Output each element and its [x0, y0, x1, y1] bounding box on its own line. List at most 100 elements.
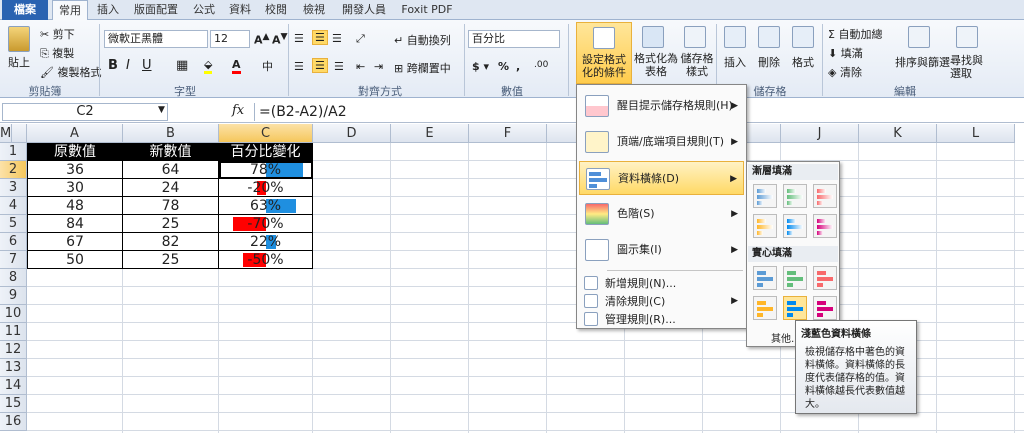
align-bottom-button[interactable]: ☰	[332, 32, 342, 45]
align-center-button[interactable]: ☰	[312, 58, 328, 73]
fill-button[interactable]: ⬇ 填滿	[828, 45, 863, 61]
decrease-indent-button[interactable]: ⇤	[356, 60, 365, 73]
table-cell[interactable]: 82	[123, 233, 219, 251]
percent-change-cell[interactable]: 22%	[219, 233, 313, 251]
insert-button[interactable]: 插入	[724, 54, 746, 70]
borders-button[interactable]: ▦	[176, 58, 188, 73]
tab-insert[interactable]: 插入	[92, 0, 124, 20]
format-button[interactable]: 格式	[792, 54, 814, 70]
column-header-b[interactable]: B	[123, 124, 219, 143]
gradient-data-bar-swatch[interactable]	[783, 214, 807, 238]
merge-center-button[interactable]: ⊞ 跨欄置中	[394, 60, 451, 76]
menu-item-manage-rules[interactable]: 管理規則(R)...	[579, 309, 744, 330]
gradient-data-bar-swatch[interactable]	[783, 184, 807, 208]
percent-button[interactable]: %	[498, 60, 509, 73]
column-header-d[interactable]: D	[313, 124, 391, 143]
table-cell[interactable]: 25	[123, 215, 219, 233]
font-color-button[interactable]: A	[232, 58, 241, 74]
menu-item-highlight-cells[interactable]: 醒目提示儲存格規則(H) ▶	[579, 89, 744, 123]
align-middle-button[interactable]: ☰	[312, 30, 328, 45]
gradient-data-bar-swatch[interactable]	[753, 214, 777, 238]
tab-home[interactable]: 常用	[52, 0, 88, 21]
find-select-button[interactable]: 尋找與選取	[950, 54, 984, 80]
menu-item-color-scales[interactable]: 色階(S) ▶	[579, 197, 744, 231]
table-cell[interactable]: 78	[123, 197, 219, 215]
column-header-c[interactable]: C	[219, 124, 313, 143]
table-cell[interactable]: 24	[123, 179, 219, 197]
header-cell[interactable]: 原數值	[27, 143, 123, 161]
row-header-14[interactable]: 14	[0, 377, 27, 395]
table-cell[interactable]: 67	[27, 233, 123, 251]
row-header-12[interactable]: 12	[0, 341, 27, 359]
delete-button[interactable]: 刪除	[758, 54, 780, 70]
solid-data-bar-swatch[interactable]	[783, 296, 807, 320]
fx-icon[interactable]: fx	[232, 103, 244, 118]
row-header-7[interactable]: 7	[0, 251, 27, 269]
tab-developer[interactable]: 開發人員	[336, 0, 392, 20]
row-header-4[interactable]: 4	[0, 197, 27, 215]
shrink-font-button[interactable]: A▼	[272, 31, 288, 47]
table-cell[interactable]: 64	[123, 161, 219, 179]
fill-color-button[interactable]: ⬙	[204, 58, 213, 74]
percent-change-cell[interactable]: 63%	[219, 197, 313, 215]
solid-data-bar-swatch[interactable]	[753, 266, 777, 290]
menu-item-data-bars[interactable]: 資料橫條(D) ▶	[579, 161, 744, 195]
align-left-button[interactable]: ☰	[294, 60, 304, 73]
column-header-k[interactable]: K	[859, 124, 937, 143]
row-header-2[interactable]: 2	[0, 161, 27, 179]
row-header-9[interactable]: 9	[0, 287, 27, 305]
number-format-select[interactable]: 百分比	[468, 30, 560, 48]
column-header-j[interactable]: J	[781, 124, 859, 143]
row-header-8[interactable]: 8	[0, 269, 27, 287]
column-header-f[interactable]: F	[469, 124, 547, 143]
percent-change-cell[interactable]: 78%	[219, 161, 313, 179]
paste-button[interactable]: 貼上	[8, 54, 30, 70]
table-cell[interactable]: 48	[27, 197, 123, 215]
gradient-data-bar-swatch[interactable]	[753, 184, 777, 208]
gradient-data-bar-swatch[interactable]	[813, 214, 837, 238]
tab-page-layout[interactable]: 版面配置	[128, 0, 184, 20]
table-cell[interactable]: 84	[27, 215, 123, 233]
wrap-text-button[interactable]: ↵ 自動換列	[394, 32, 451, 48]
tab-file[interactable]: 檔案	[2, 0, 48, 20]
name-box[interactable]: C2	[2, 103, 168, 121]
solid-data-bar-swatch[interactable]	[813, 266, 837, 290]
italic-button[interactable]: I	[126, 58, 130, 73]
tab-foxit-pdf[interactable]: Foxit PDF	[396, 0, 458, 20]
currency-button[interactable]: $ ▾	[472, 60, 489, 73]
row-header-13[interactable]: 13	[0, 359, 27, 377]
increase-decimal-button[interactable]: .00	[534, 60, 548, 70]
format-as-table-button[interactable]: 格式化為表格	[634, 52, 678, 78]
tab-review[interactable]: 校閱	[260, 0, 292, 20]
column-header-a[interactable]: A	[27, 124, 123, 143]
table-cell[interactable]: 30	[27, 179, 123, 197]
bold-button[interactable]: B	[108, 58, 118, 73]
row-header-16[interactable]: 16	[0, 413, 27, 431]
increase-indent-button[interactable]: ⇥	[374, 60, 383, 73]
row-header-3[interactable]: 3	[0, 179, 27, 197]
gradient-data-bar-swatch[interactable]	[813, 184, 837, 208]
table-cell[interactable]: 50	[27, 251, 123, 269]
header-cell[interactable]: 新數值	[123, 143, 219, 161]
row-header-1[interactable]: 1	[0, 143, 27, 161]
row-header-15[interactable]: 15	[0, 395, 27, 413]
solid-data-bar-swatch[interactable]	[813, 296, 837, 320]
table-cell[interactable]: 36	[27, 161, 123, 179]
column-header-e[interactable]: E	[391, 124, 469, 143]
sort-filter-button[interactable]: 排序與篩選	[895, 54, 950, 70]
table-cell[interactable]: 25	[123, 251, 219, 269]
row-header-6[interactable]: 6	[0, 233, 27, 251]
name-box-dropdown-icon[interactable]: ▼	[158, 105, 165, 115]
font-name-select[interactable]: 微軟正黑體	[104, 30, 208, 48]
tab-data[interactable]: 資料	[224, 0, 256, 20]
comma-button[interactable]: ,	[516, 60, 520, 73]
font-size-select[interactable]: 12	[210, 30, 250, 48]
cell-styles-button[interactable]: 儲存格樣式	[680, 52, 714, 78]
menu-item-top-bottom[interactable]: 頂端/底端項目規則(T) ▶	[579, 125, 744, 159]
solid-data-bar-swatch[interactable]	[783, 266, 807, 290]
phonetic-button[interactable]: 中	[262, 58, 273, 74]
solid-data-bar-swatch[interactable]	[753, 296, 777, 320]
underline-button[interactable]: U	[142, 58, 152, 73]
copy-button[interactable]: ⎘ 複製	[40, 45, 74, 61]
row-header-5[interactable]: 5	[0, 215, 27, 233]
